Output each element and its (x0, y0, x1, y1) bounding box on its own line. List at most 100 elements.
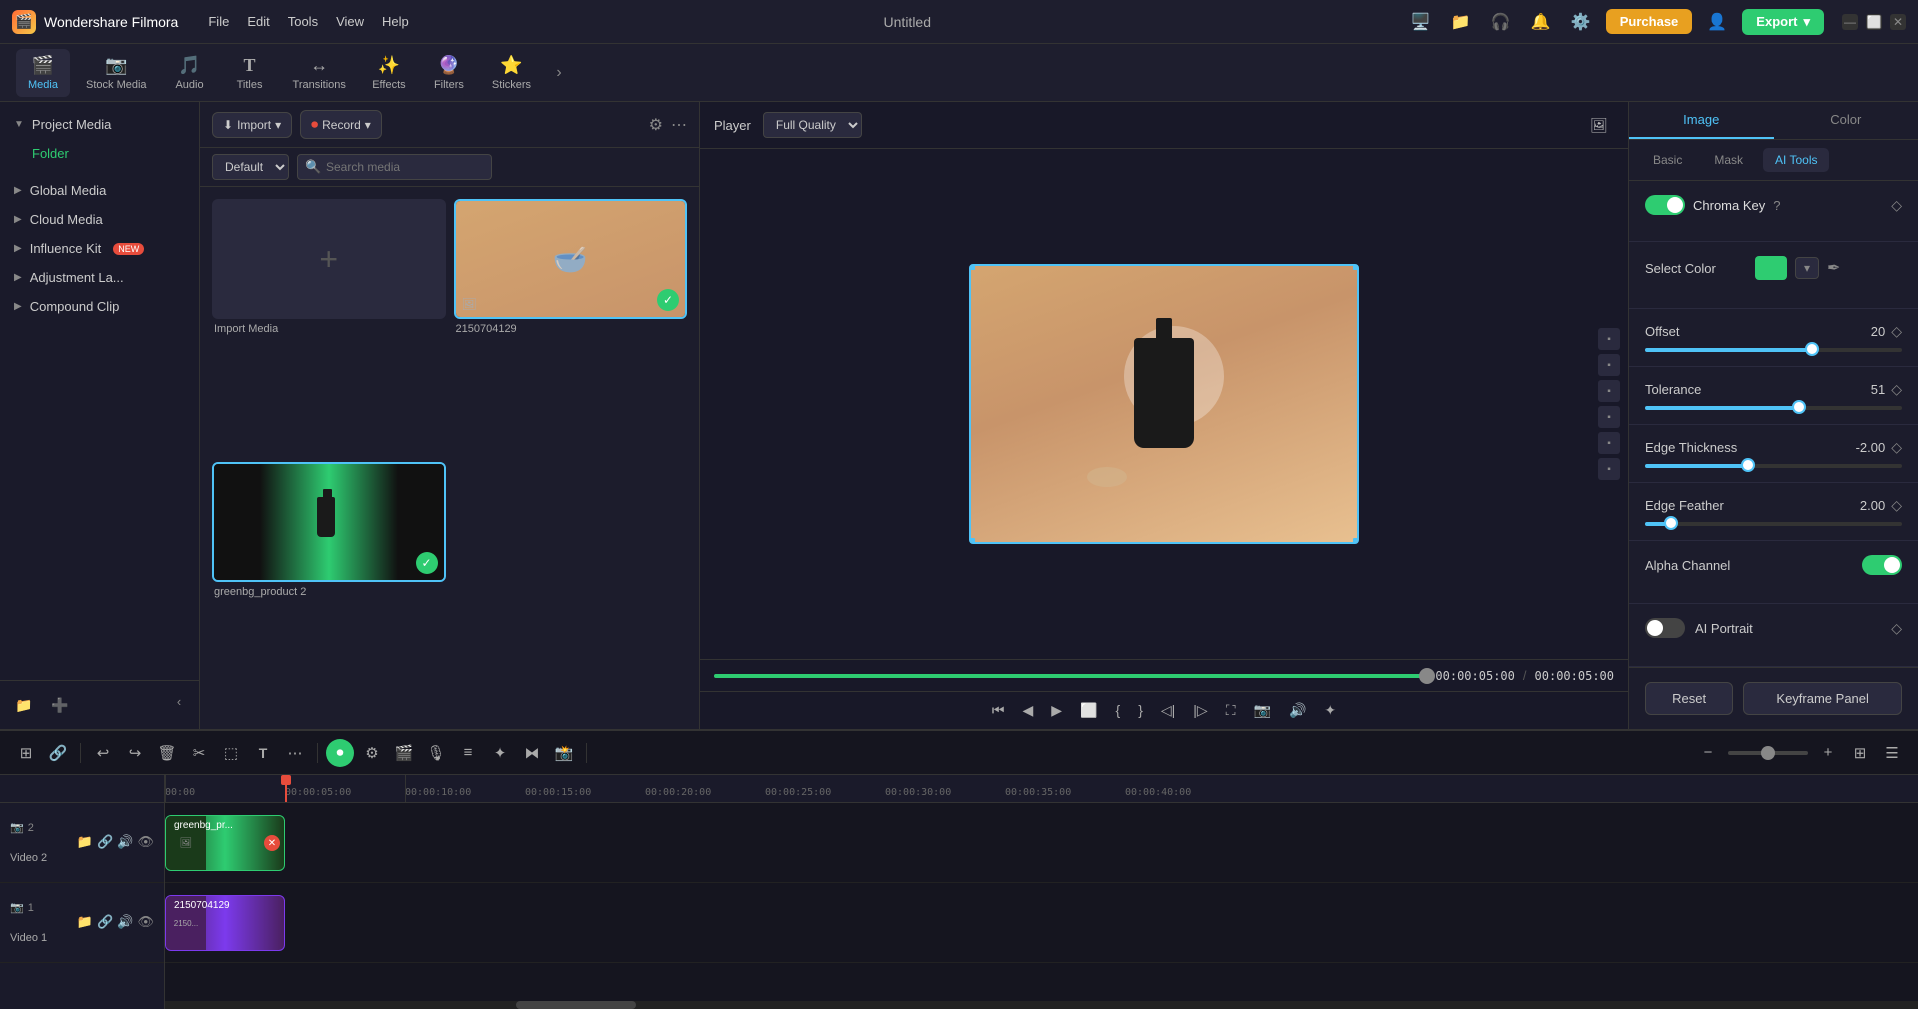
next-mark-button[interactable]: |▷ (1187, 698, 1213, 723)
toolbar-transitions[interactable]: ↔ Transitions (283, 49, 356, 97)
tl-fx-button[interactable]: ✦ (486, 739, 514, 767)
track-link-icon-v1[interactable]: 🔗 (97, 914, 113, 930)
add-folder-button[interactable]: 📁 (10, 691, 38, 719)
chroma-key-help-icon[interactable]: ? (1773, 198, 1780, 213)
tl-text-button[interactable]: T (249, 739, 277, 767)
audio-ctrl-button[interactable]: 🔊 (1283, 698, 1312, 723)
sort-select[interactable]: Default (212, 154, 289, 180)
playback-progress-bar[interactable] (714, 674, 1427, 678)
tab-image[interactable]: Image (1629, 102, 1774, 139)
reset-button[interactable]: Reset (1645, 682, 1733, 715)
edge-feather-slider[interactable] (1645, 522, 1902, 526)
toolbar-effects[interactable]: ✨ Effects (362, 49, 416, 97)
toolbar-stock-media[interactable]: 📷 Stock Media (76, 49, 157, 97)
tab-color[interactable]: Color (1774, 102, 1918, 139)
tl-grid-button[interactable]: ⊞ (1846, 739, 1874, 767)
tolerance-slider[interactable] (1645, 406, 1902, 410)
close-button[interactable]: ✕ (1890, 14, 1906, 30)
clip-2150704129[interactable]: 2150... 2150704129 (165, 895, 285, 951)
sidebar-item-adjustment[interactable]: ▶ Adjustment La... (0, 263, 199, 292)
offset-slider[interactable] (1645, 348, 1902, 352)
sidebar-item-global-media[interactable]: ▶ Global Media (0, 176, 199, 205)
media-item-greenbg[interactable]: ✓ greenbg_product 2 (212, 462, 446, 717)
prev-mark-button[interactable]: ◁| (1155, 698, 1181, 723)
clip-greenbg[interactable]: 🖼 greenbg_pr... ✕ (165, 815, 285, 871)
toolbar-filters[interactable]: 🔮 Filters (422, 49, 476, 97)
avatar-icon[interactable]: 👤 (1702, 7, 1732, 37)
alpha-channel-toggle[interactable] (1862, 555, 1902, 575)
snapshot-button[interactable]: 📷 (1248, 698, 1277, 723)
edge-feather-keyframe-icon[interactable]: ◇ (1891, 497, 1902, 514)
more-ctrl-button[interactable]: ✦ (1318, 698, 1342, 723)
menu-file[interactable]: File (208, 14, 229, 29)
corner-handle-tl[interactable] (969, 264, 975, 270)
media-item-2150704129[interactable]: 🥣 🖼 ✓ 2150704129 (454, 199, 688, 454)
toolbar-audio[interactable]: 🎵 Audio (163, 49, 217, 97)
maximize-button[interactable]: ⬜ (1866, 14, 1882, 30)
eyedropper-button[interactable]: ✒ (1827, 258, 1840, 278)
menu-edit[interactable]: Edit (247, 14, 269, 29)
chroma-key-toggle[interactable] (1645, 195, 1685, 215)
timeline-scrollbar[interactable] (165, 1001, 1918, 1009)
zoom-in-button[interactable]: + (1814, 739, 1842, 767)
search-input[interactable] (297, 154, 492, 180)
mark-in-button[interactable]: { (1110, 698, 1127, 723)
tl-delete-button[interactable]: 🗑 (153, 739, 181, 767)
tl-record-button[interactable]: ⏺ (326, 739, 354, 767)
sidebar-item-folder[interactable]: Folder (0, 139, 199, 168)
more-action-icon[interactable]: ⋯ (671, 115, 687, 135)
offset-keyframe-icon[interactable]: ◇ (1891, 323, 1902, 340)
track-folder-icon-v1[interactable]: 📁 (77, 914, 93, 930)
import-media-thumb[interactable]: + (212, 199, 446, 319)
ai-portrait-toggle[interactable] (1645, 618, 1685, 638)
zoom-slider[interactable] (1728, 751, 1808, 755)
record-button[interactable]: ⏺ Record ▾ (300, 110, 382, 139)
import-media-item[interactable]: + Import Media (212, 199, 446, 454)
track-mute-icon-v2[interactable]: 🔊 (117, 834, 133, 850)
zoom-out-button[interactable]: − (1694, 739, 1722, 767)
progress-thumb[interactable] (1419, 668, 1435, 684)
filter-action-icon[interactable]: ⚙ (649, 115, 663, 135)
toolbar-titles[interactable]: T Titles (223, 49, 277, 97)
stop-button[interactable]: ⬜ (1074, 698, 1103, 723)
sidebar-item-project-media[interactable]: ▼ Project Media (0, 110, 199, 139)
subtab-ai-tools[interactable]: AI Tools (1763, 148, 1829, 172)
subtab-basic[interactable]: Basic (1641, 148, 1694, 172)
scrollbar-thumb[interactable] (516, 1001, 636, 1009)
menu-view[interactable]: View (336, 14, 364, 29)
sidebar-item-compound-clip[interactable]: ▶ Compound Clip (0, 292, 199, 321)
play-back-button[interactable]: ◀ (1017, 698, 1040, 723)
purchase-button[interactable]: Purchase (1606, 9, 1693, 34)
color-dropdown-button[interactable]: ▾ (1795, 257, 1819, 279)
track-link-icon-v2[interactable]: 🔗 (97, 834, 113, 850)
fullscreen-button[interactable]: ⛶ (1220, 698, 1242, 723)
playhead[interactable] (285, 775, 287, 803)
media-thumb-2150704129[interactable]: 🥣 🖼 ✓ (454, 199, 688, 319)
add-item-button[interactable]: ➕ (46, 691, 74, 719)
sidebar-item-influence-kit[interactable]: ▶ Influence Kit NEW (0, 234, 199, 263)
toolbar-stickers[interactable]: ⭐ Stickers (482, 49, 541, 97)
skip-back-button[interactable]: ⏮ (986, 698, 1011, 723)
tl-add-track-button[interactable]: ⊞ (12, 739, 40, 767)
play-button[interactable]: ▶ (1045, 698, 1068, 723)
side-ctrl-6[interactable]: ▪ (1598, 458, 1620, 480)
color-preview-swatch[interactable] (1755, 256, 1787, 280)
export-button[interactable]: Export ▾ (1742, 9, 1824, 35)
notification-icon[interactable]: 🔔 (1526, 7, 1556, 37)
audio-icon[interactable]: 🎧 (1486, 7, 1516, 37)
side-ctrl-5[interactable]: ▪ (1598, 432, 1620, 454)
tl-more-button[interactable]: ⋯ (281, 739, 309, 767)
offset-thumb[interactable] (1805, 342, 1819, 356)
profile-icon[interactable]: 📁 (1446, 7, 1476, 37)
side-ctrl-1[interactable]: ▪ (1598, 328, 1620, 350)
tl-link-button[interactable]: 🔗 (44, 739, 72, 767)
edge-thickness-keyframe-icon[interactable]: ◇ (1891, 439, 1902, 456)
edge-thickness-slider[interactable] (1645, 464, 1902, 468)
corner-handle-bl[interactable] (969, 538, 975, 544)
side-ctrl-3[interactable]: ▪ (1598, 380, 1620, 402)
subtab-mask[interactable]: Mask (1702, 148, 1755, 172)
track-eye-icon-v1[interactable]: 👁 (137, 914, 154, 930)
track-folder-icon-v2[interactable]: 📁 (77, 834, 93, 850)
corner-handle-br[interactable] (1353, 538, 1359, 544)
tl-undo-button[interactable]: ↩ (89, 739, 117, 767)
